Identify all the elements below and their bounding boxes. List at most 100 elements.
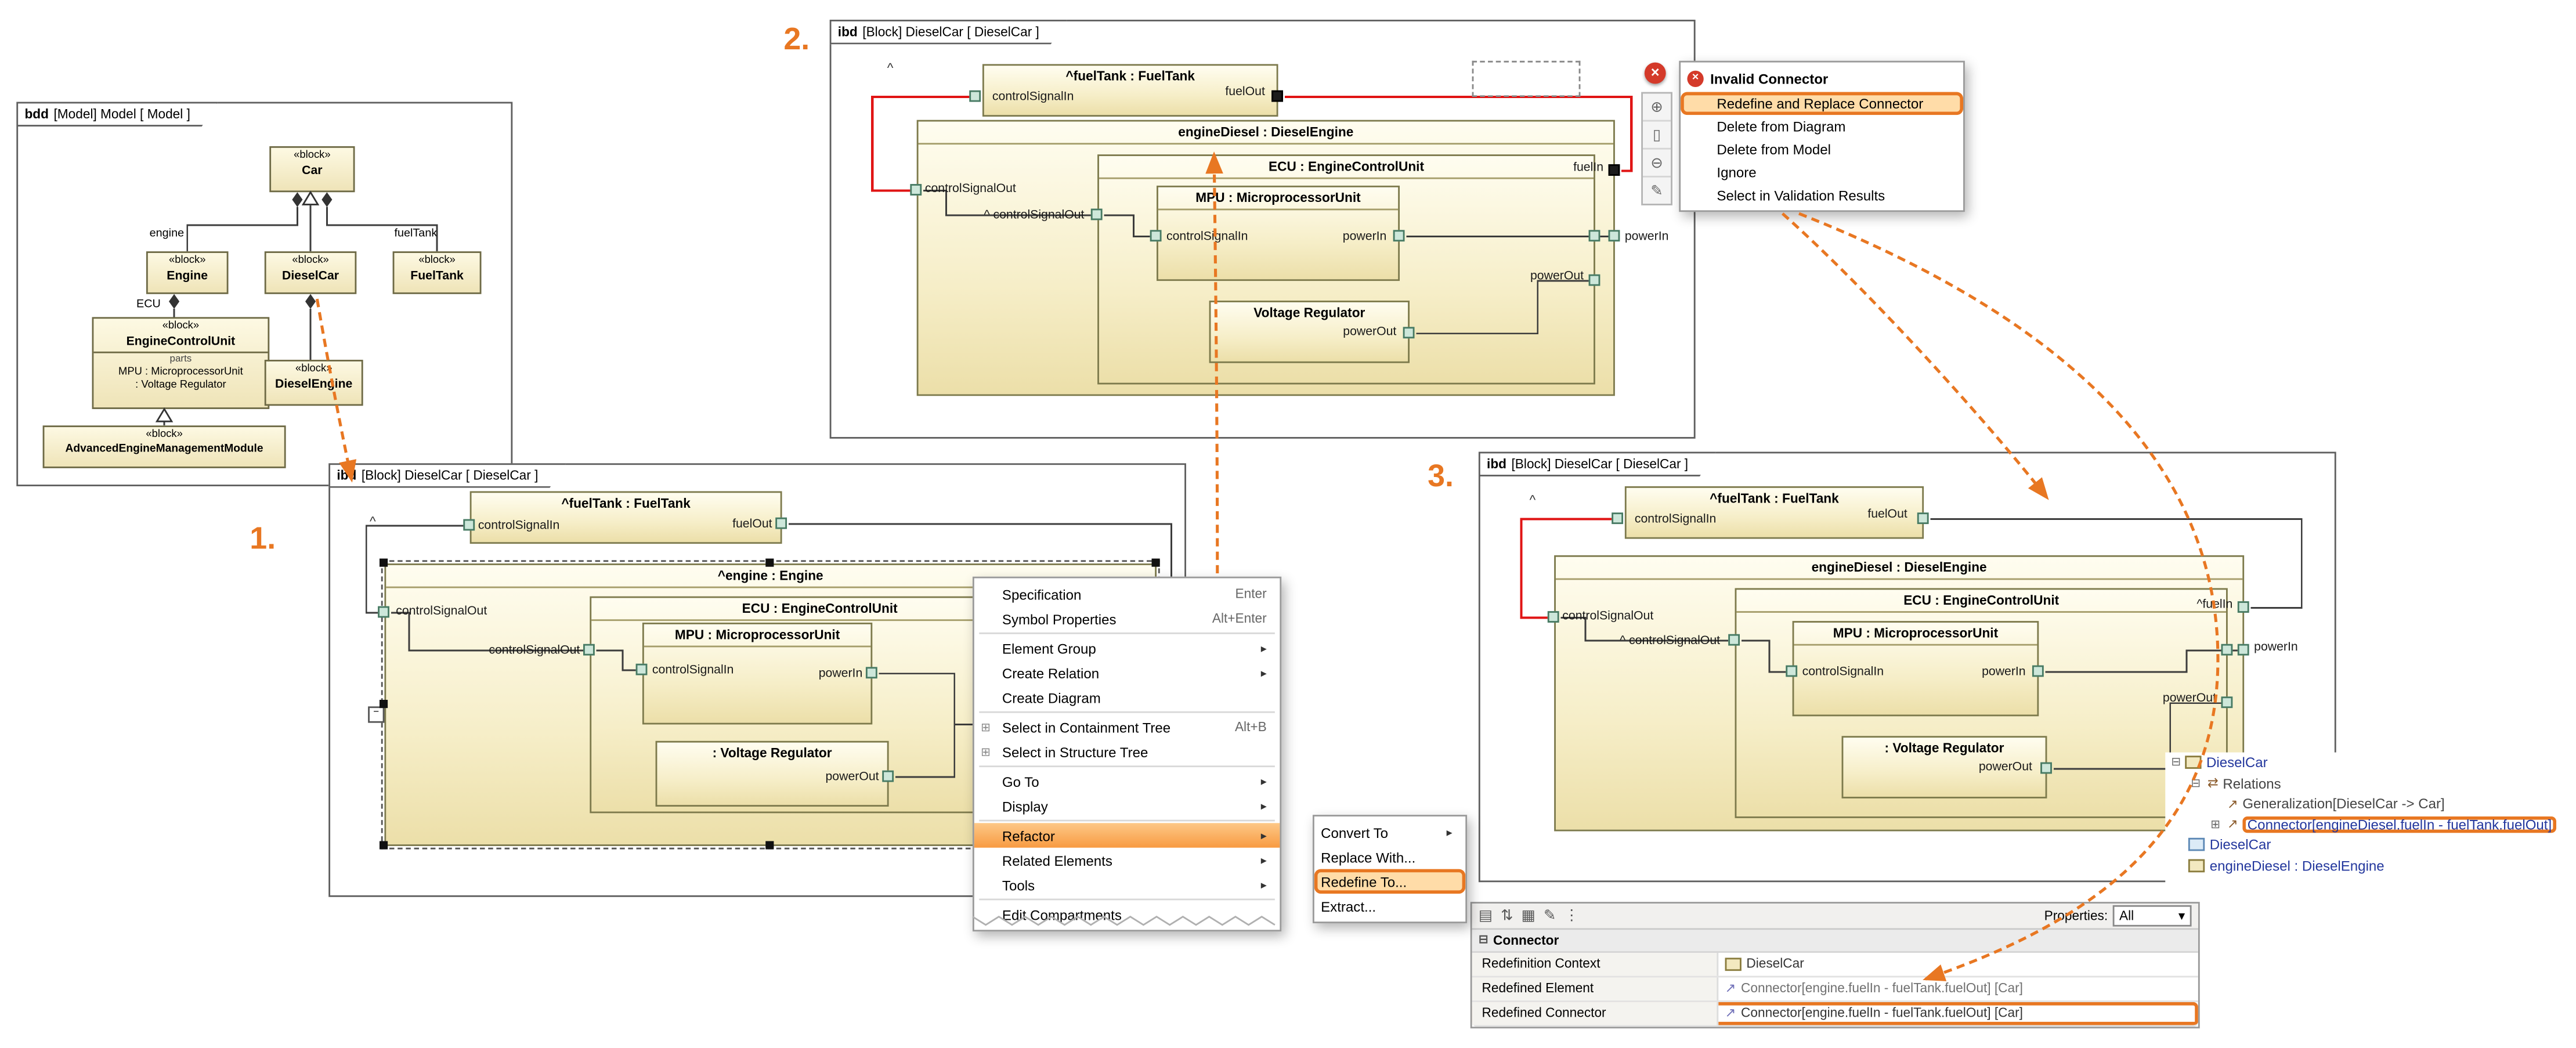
collapse-icon[interactable]: ⊟ [2169, 756, 2183, 769]
table-view-icon[interactable]: ▦ [1522, 907, 1536, 925]
invalid-x-icon: × [1687, 71, 1703, 87]
menu-item-convert-to[interactable]: Convert To▸ [1314, 820, 1465, 844]
controlSignalOut-port[interactable] [583, 644, 595, 656]
fuelIn-port[interactable] [1609, 164, 1620, 176]
menu-item-redefine-and-replace-connector[interactable]: Redefine and Replace Connector [1681, 92, 1963, 115]
ibd2-diagram[interactable]: ibd[Block] DieselCar [ DieselCar ] ^ ^fu… [830, 20, 1696, 439]
block-enginecontrolunit[interactable]: «block» EngineControlUnit parts MPU : Mi… [92, 317, 270, 409]
controlSignalOut-port[interactable] [910, 184, 922, 196]
powerIn-port[interactable] [2032, 666, 2044, 677]
menu-item-related-elements[interactable]: Related Elements▸ [974, 848, 1280, 872]
menu-item-ignore[interactable]: Ignore [1681, 161, 1963, 184]
validation-error-icon[interactable]: × [1645, 63, 1666, 84]
controlSignalOut-port[interactable] [1728, 634, 1740, 646]
edit-icon[interactable]: ✎ [1544, 907, 1556, 925]
submenu-arrow-icon: ▸ [1261, 854, 1267, 867]
powerIn-port[interactable] [2238, 644, 2249, 656]
port-label: controlSignalIn [652, 662, 734, 677]
menu-item-element-group[interactable]: Element Group▸ [974, 636, 1280, 660]
connector-icon: ↗ [2223, 817, 2242, 832]
block-engine[interactable]: «block» Engine [146, 251, 229, 294]
selection-handle[interactable] [765, 841, 774, 849]
menu-item-select-in-containment-tree[interactable]: ⊞Select in Containment TreeAlt+B [974, 714, 1280, 739]
powerIn-port[interactable] [2221, 644, 2233, 656]
menu-item-delete-from-model[interactable]: Delete from Model [1681, 138, 1963, 161]
magnifier-plus-icon[interactable]: ⊕ [1643, 93, 1671, 121]
powerIn-port[interactable] [866, 667, 877, 678]
powerIn-port[interactable] [1393, 230, 1405, 241]
controlSignalIn-port[interactable] [1612, 512, 1623, 524]
fuelIn-port[interactable] [2238, 601, 2249, 613]
sort-icon[interactable]: ⇅ [1501, 907, 1513, 925]
fuelOut-port[interactable] [1917, 512, 1929, 524]
tree-item-connector[interactable]: ⊞ ↗ Connector[engineDiesel.fuelIn - fuel… [2165, 814, 2576, 834]
menu-item-edit-compartments[interactable]: Edit Compartments [974, 902, 1280, 926]
generalization-arrowhead [157, 409, 171, 421]
powerOut-port[interactable] [2221, 696, 2233, 708]
menu-item-redefine-to[interactable]: Redefine To... [1314, 869, 1465, 894]
wrench-icon[interactable]: ✎ [1643, 178, 1671, 204]
tree-item-generalization[interactable]: ↗ Generalization[DieselCar -> Car] [2165, 793, 2576, 814]
powerIn-port[interactable] [1589, 230, 1600, 241]
port-label: controlSignalIn [1635, 511, 1716, 525]
properties-filter-label: Properties: [2044, 909, 2108, 923]
selection-handle[interactable] [380, 700, 388, 708]
menu-item-create-diagram[interactable]: Create Diagram [974, 685, 1280, 710]
block-dieselengine[interactable]: «block» DieselEngine [265, 360, 363, 406]
controlSignalIn-port[interactable] [463, 519, 475, 531]
expand-icon[interactable]: ⊞ [2208, 818, 2223, 831]
port-label: powerOut [1443, 268, 1584, 282]
powerOut-port[interactable] [1589, 274, 1600, 286]
controlSignalIn-port[interactable] [1150, 230, 1162, 241]
block-advancedenginemanagementmodule[interactable]: «block» AdvancedEngineManagementModule [43, 425, 286, 468]
menu-item-specification[interactable]: SpecificationEnter [974, 581, 1280, 606]
selection-handle[interactable] [765, 559, 774, 567]
fuelOut-port[interactable] [775, 518, 787, 529]
controlSignalIn-port[interactable] [1786, 666, 1797, 677]
tree-item-dieselcar-diagram[interactable]: DieselCar [2165, 834, 2576, 855]
categorized-view-icon[interactable]: ▤ [1479, 907, 1493, 925]
controlSignalIn-port[interactable] [969, 91, 981, 102]
property-group-connector[interactable]: ⊟ Connector [1472, 930, 2198, 953]
document-icon[interactable]: ▯ [1643, 121, 1671, 149]
relations-icon: ⇄ [2203, 776, 2223, 790]
block-dieselcar[interactable]: «block» DieselCar [265, 251, 357, 294]
properties-filter-select[interactable]: All ▾ [2113, 905, 2192, 927]
controlSignalOut-port[interactable] [1548, 611, 1559, 623]
menu-item-replace-with[interactable]: Replace With... [1314, 844, 1465, 869]
bdd-diagram[interactable]: bdd[Model] Model [ Model ] engine fuelTa… [16, 102, 512, 486]
menu-item-symbol-properties[interactable]: Symbol PropertiesAlt+Enter [974, 606, 1280, 631]
powerIn-port[interactable] [1609, 230, 1620, 241]
connector-icon: ↗ [1725, 977, 1736, 1000]
menu-item-delete-from-diagram[interactable]: Delete from Diagram [1681, 115, 1963, 138]
menu-item-select-in-structure-tree[interactable]: ⊞Select in Structure Tree [974, 739, 1280, 764]
magnifier-minus-icon[interactable]: ⊖ [1643, 150, 1671, 178]
menu-item-extract[interactable]: Extract... [1314, 894, 1465, 918]
controlSignalOut-port[interactable] [1091, 209, 1103, 221]
menu-item-display[interactable]: Display▸ [974, 793, 1280, 818]
port-label: controlSignalIn [478, 518, 559, 532]
port-label: powerOut [741, 769, 879, 783]
controlSignalOut-port[interactable] [378, 606, 389, 618]
powerOut-port[interactable] [1403, 327, 1415, 338]
block-car[interactable]: «block» Car [269, 146, 355, 192]
tree-item-relations[interactable]: ⊟ ⇄ Relations [2165, 773, 2576, 793]
tree-item-dieselcar[interactable]: ⊟ DieselCar [2165, 753, 2576, 773]
powerOut-port[interactable] [882, 771, 894, 782]
controlSignalIn-port[interactable] [636, 664, 648, 675]
selection-handle[interactable] [380, 559, 388, 567]
block-fueltank[interactable]: «block» FuelTank [393, 251, 482, 294]
menu-item-select-in-validation-results[interactable]: Select in Validation Results [1681, 184, 1963, 207]
selection-handle[interactable] [380, 841, 388, 849]
collapse-handle[interactable]: − [368, 706, 384, 722]
menu-item-refactor[interactable]: Refactor▸ [974, 823, 1280, 847]
menu-item-create-relation[interactable]: Create Relation▸ [974, 660, 1280, 685]
more-icon[interactable]: ⋮ [1564, 907, 1578, 925]
menu-item-go-to[interactable]: Go To▸ [974, 769, 1280, 793]
menu-item-tools[interactable]: Tools▸ [974, 872, 1280, 897]
collapse-icon[interactable]: ⊟ [2188, 776, 2203, 790]
tree-item-enginediesel[interactable]: engineDiesel : DieselEngine [2165, 855, 2576, 876]
powerOut-port[interactable] [2040, 762, 2052, 774]
collapse-icon[interactable]: ⊟ [1479, 930, 1488, 951]
selection-handle[interactable] [1152, 559, 1160, 567]
